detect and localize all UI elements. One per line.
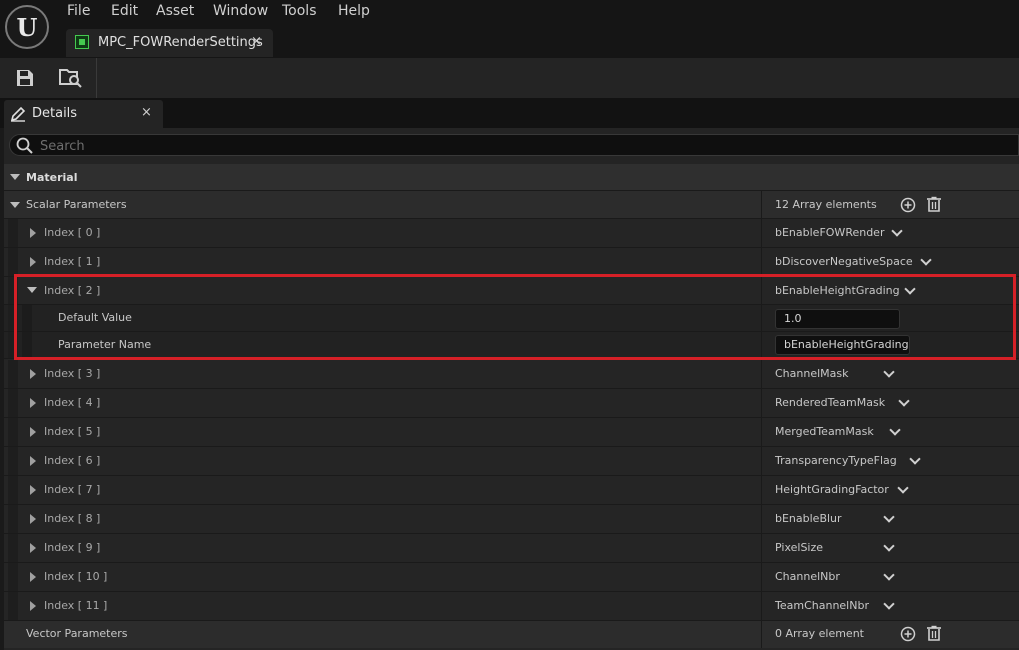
menu-help[interactable]: Help xyxy=(338,3,370,19)
vector-parameters-row[interactable]: Vector Parameters 0 Array element xyxy=(4,621,1019,648)
element-name-value: MergedTeamMask xyxy=(775,425,874,438)
expand-arrow-icon[interactable] xyxy=(30,257,36,267)
element-index-label: Index [ 3 ] xyxy=(44,367,101,380)
array-element-row[interactable]: Index [ 4 ] RenderedTeamMask xyxy=(4,389,1019,418)
element-index-label: Index [ 10 ] xyxy=(44,570,108,583)
chevron-down-icon[interactable] xyxy=(889,424,901,436)
array-element-row[interactable]: Index [ 1 ] bDiscoverNegativeSpace xyxy=(4,248,1019,277)
details-tab-label: Details xyxy=(32,106,78,121)
chevron-down-icon[interactable] xyxy=(883,569,895,581)
expand-arrow-icon[interactable] xyxy=(30,485,36,495)
element-name-value: ChannelMask xyxy=(775,367,849,380)
element-name-value: HeightGradingFactor xyxy=(775,483,889,496)
array-element-row[interactable]: Index [ 9 ] PixelSize xyxy=(4,534,1019,563)
expand-arrow-icon[interactable] xyxy=(30,456,36,466)
add-element-icon[interactable] xyxy=(900,626,916,642)
element-index-label: Index [ 4 ] xyxy=(44,396,101,409)
chevron-down-icon[interactable] xyxy=(920,254,932,266)
document-tab[interactable]: MPC_FOWRenderSettings × xyxy=(66,29,273,57)
chevron-down-icon[interactable] xyxy=(883,511,895,523)
element-index-label: Index [ 1 ] xyxy=(44,255,101,268)
chevron-down-icon[interactable] xyxy=(883,366,895,378)
edit-pencil-icon xyxy=(10,106,26,122)
menu-edit[interactable]: Edit xyxy=(111,3,138,19)
chevron-down-icon[interactable] xyxy=(897,482,909,494)
element-index-label: Index [ 7 ] xyxy=(44,483,101,496)
search-box[interactable] xyxy=(9,134,1019,156)
search-icon xyxy=(16,137,33,154)
expand-arrow-icon[interactable] xyxy=(30,398,36,408)
category-label: Material xyxy=(26,171,78,184)
chevron-down-icon[interactable] xyxy=(909,453,921,465)
element-name-value: TeamChannelNbr xyxy=(775,599,869,612)
element-name-value: bDiscoverNegativeSpace xyxy=(775,255,913,268)
search-input[interactable] xyxy=(38,136,942,156)
array-element-row[interactable]: Index [ 11 ] TeamChannelNbr xyxy=(4,592,1019,621)
element-index-label: Index [ 11 ] xyxy=(44,599,108,612)
element-index-label: Index [ 6 ] xyxy=(44,454,101,467)
element-index-label: Index [ 0 ] xyxy=(44,226,101,239)
element-index-label: Index [ 5 ] xyxy=(44,425,101,438)
array-element-row[interactable]: Index [ 5 ] MergedTeamMask xyxy=(4,418,1019,447)
expand-arrow-icon[interactable] xyxy=(30,601,36,611)
array-element-row[interactable]: Index [ 7 ] HeightGradingFactor xyxy=(4,476,1019,505)
unreal-logo[interactable]: U xyxy=(5,5,49,49)
array-element-row[interactable]: Index [ 0 ] bEnableFOWRender xyxy=(4,219,1019,248)
expand-arrow-icon[interactable] xyxy=(30,514,36,524)
chevron-down-icon[interactable] xyxy=(883,598,895,610)
element-name-value: RenderedTeamMask xyxy=(775,396,886,409)
element-name-value: ChannelNbr xyxy=(775,570,840,583)
expand-arrow-icon[interactable] xyxy=(30,543,36,553)
vector-array-count: 0 Array element xyxy=(775,627,864,640)
scalar-parameters-row[interactable]: Scalar Parameters 12 Array elements xyxy=(4,191,1019,219)
delete-trash-icon[interactable] xyxy=(926,625,942,642)
chevron-down-icon[interactable] xyxy=(898,395,910,407)
menu-asset[interactable]: Asset xyxy=(156,3,194,19)
material-parameter-collection-icon xyxy=(75,35,89,49)
array-element-row[interactable]: Index [ 10 ] ChannelNbr xyxy=(4,563,1019,592)
document-tab-label: MPC_FOWRenderSettings xyxy=(98,35,263,50)
details-tab-close-icon[interactable]: × xyxy=(141,105,152,120)
scalar-array-count: 12 Array elements xyxy=(775,198,877,211)
delete-trash-icon[interactable] xyxy=(926,196,942,213)
chevron-down-icon[interactable] xyxy=(883,540,895,552)
add-element-icon[interactable] xyxy=(900,197,916,213)
menu-tools[interactable]: Tools xyxy=(282,3,317,19)
toolbar xyxy=(0,58,1019,98)
toolbar-separator xyxy=(96,58,97,98)
expand-arrow-icon[interactable] xyxy=(30,369,36,379)
array-element-row[interactable]: Index [ 3 ] ChannelMask xyxy=(4,360,1019,389)
menu-window[interactable]: Window xyxy=(213,3,268,19)
chevron-down-icon[interactable] xyxy=(891,225,903,237)
element-name-value: TransparencyTypeFlag xyxy=(775,454,897,467)
menu-file[interactable]: File xyxy=(67,3,90,19)
scalar-parameters-label: Scalar Parameters xyxy=(26,198,127,211)
element-index-label: Index [ 9 ] xyxy=(44,541,101,554)
collapse-arrow-icon[interactable] xyxy=(10,202,20,208)
expand-arrow-icon[interactable] xyxy=(30,427,36,437)
vector-parameters-label: Vector Parameters xyxy=(26,627,128,640)
array-element-row[interactable]: Index [ 6 ] TransparencyTypeFlag xyxy=(4,447,1019,476)
element-index-label: Index [ 8 ] xyxy=(44,512,101,525)
title-bar: U File Edit Asset Window Tools Help MPC_… xyxy=(0,0,1019,58)
highlight-box xyxy=(14,274,1016,360)
document-tab-close-icon[interactable]: × xyxy=(251,34,262,49)
expand-arrow-icon[interactable] xyxy=(30,572,36,582)
expand-arrow-icon[interactable] xyxy=(30,228,36,238)
browse-asset-icon[interactable] xyxy=(59,67,83,89)
details-tab[interactable]: Details × xyxy=(4,100,163,128)
array-element-row[interactable]: Index [ 8 ] bEnableBlur xyxy=(4,505,1019,534)
save-icon[interactable] xyxy=(15,68,35,88)
collapse-arrow-icon[interactable] xyxy=(10,174,20,180)
category-material[interactable]: Material xyxy=(4,164,1019,191)
element-name-value: bEnableBlur xyxy=(775,512,842,525)
element-name-value: bEnableFOWRender xyxy=(775,226,885,239)
element-name-value: PixelSize xyxy=(775,541,824,554)
